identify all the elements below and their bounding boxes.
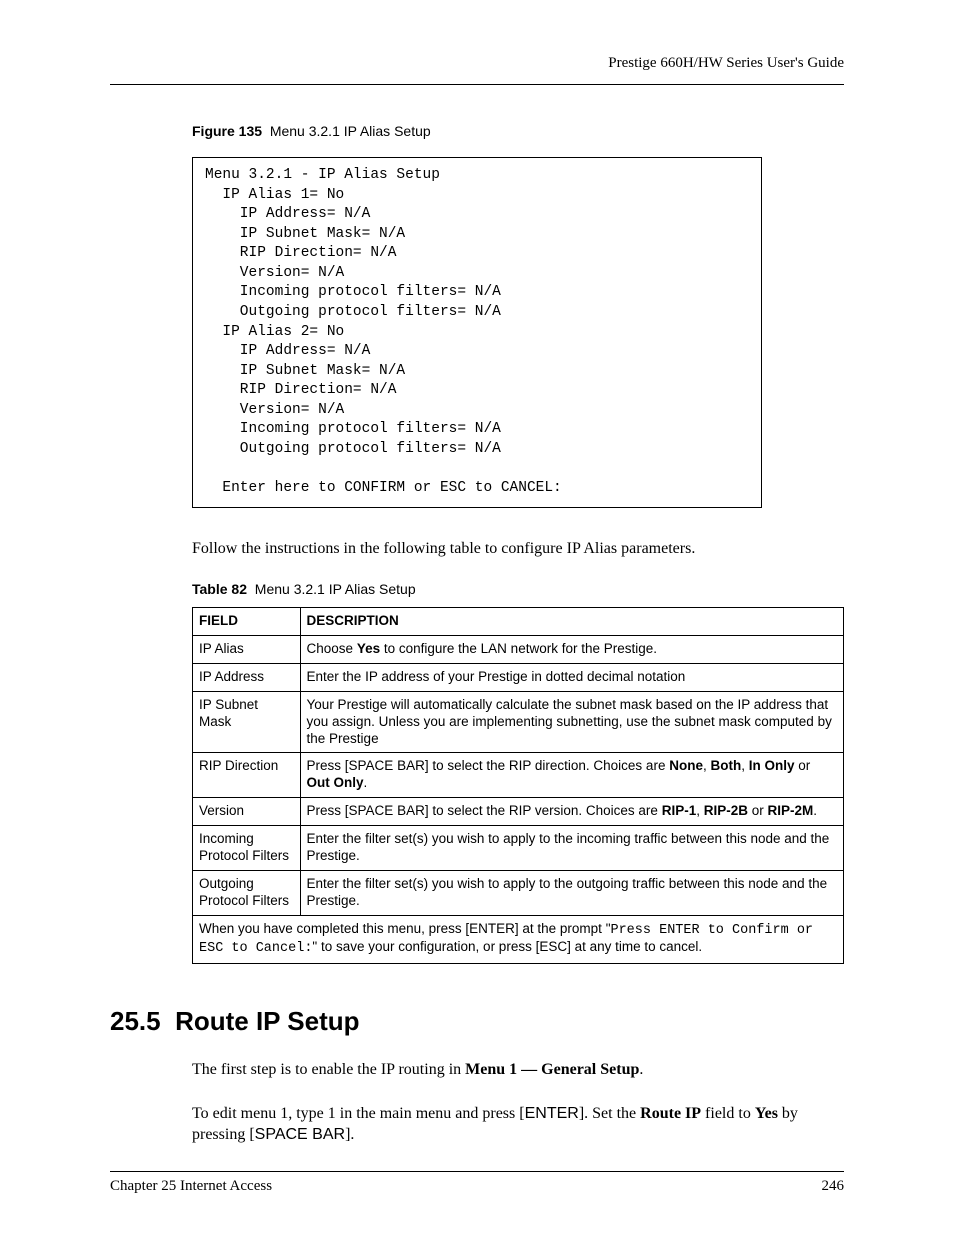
desc-cell: Your Prestige will automatically calcula… xyxy=(300,691,843,753)
header-title: Prestige 660H/HW Series User's Guide xyxy=(110,55,844,72)
table-row: Incoming Protocol Filters Enter the filt… xyxy=(193,826,844,871)
section-para-2: To edit menu 1, type 1 in the main menu … xyxy=(192,1103,844,1146)
table-row: IP Subnet Mask Your Prestige will automa… xyxy=(193,691,844,753)
section-number: 25.5 xyxy=(110,1006,161,1036)
intro-paragraph: Follow the instructions in the following… xyxy=(192,538,844,560)
field-cell: RIP Direction xyxy=(193,753,301,798)
document-page: Prestige 660H/HW Series User's Guide Fig… xyxy=(0,0,954,1235)
header-rule xyxy=(110,84,844,85)
footnote-cell: When you have completed this menu, press… xyxy=(193,915,844,964)
section-heading: 25.5 Route IP Setup xyxy=(110,1006,844,1037)
field-cell: Version xyxy=(193,798,301,826)
page-footer: Chapter 25 Internet Access 246 xyxy=(110,1171,844,1195)
figure-caption: Figure 135 Menu 3.2.1 IP Alias Setup xyxy=(192,123,844,139)
field-cell: IP Address xyxy=(193,663,301,691)
page-header: Prestige 660H/HW Series User's Guide xyxy=(110,55,844,85)
figure-label: Figure 135 xyxy=(192,123,262,139)
desc-cell: Press [SPACE BAR] to select the RIP vers… xyxy=(300,798,843,826)
footer-rule xyxy=(110,1171,844,1172)
figure-title: Menu 3.2.1 IP Alias Setup xyxy=(270,123,431,139)
field-description-table: FIELD DESCRIPTION IP Alias Choose Yes to… xyxy=(192,607,844,964)
table-row: IP Address Enter the IP address of your … xyxy=(193,663,844,691)
table-header-row: FIELD DESCRIPTION xyxy=(193,608,844,636)
table-row: Outgoing Protocol Filters Enter the filt… xyxy=(193,870,844,915)
table-footnote-row: When you have completed this menu, press… xyxy=(193,915,844,964)
footer-right: 246 xyxy=(822,1178,845,1195)
col-field: FIELD xyxy=(193,608,301,636)
table-row: RIP Direction Press [SPACE BAR] to selec… xyxy=(193,753,844,798)
field-cell: IP Alias xyxy=(193,636,301,664)
field-cell: IP Subnet Mask xyxy=(193,691,301,753)
field-cell: Incoming Protocol Filters xyxy=(193,826,301,871)
table-label: Table 82 xyxy=(192,581,247,597)
terminal-output: Menu 3.2.1 - IP Alias Setup IP Alias 1= … xyxy=(192,157,762,508)
table-row: IP Alias Choose Yes to configure the LAN… xyxy=(193,636,844,664)
field-cell: Outgoing Protocol Filters xyxy=(193,870,301,915)
desc-cell: Enter the IP address of your Prestige in… xyxy=(300,663,843,691)
table-row: Version Press [SPACE BAR] to select the … xyxy=(193,798,844,826)
col-description: DESCRIPTION xyxy=(300,608,843,636)
table-title: Menu 3.2.1 IP Alias Setup xyxy=(255,581,416,597)
footer-left: Chapter 25 Internet Access xyxy=(110,1178,272,1195)
desc-cell: Press [SPACE BAR] to select the RIP dire… xyxy=(300,753,843,798)
section-para-1: The first step is to enable the IP routi… xyxy=(192,1059,844,1081)
desc-cell: Enter the filter set(s) you wish to appl… xyxy=(300,870,843,915)
table-caption: Table 82 Menu 3.2.1 IP Alias Setup xyxy=(192,581,844,597)
desc-cell: Enter the filter set(s) you wish to appl… xyxy=(300,826,843,871)
desc-cell: Choose Yes to configure the LAN network … xyxy=(300,636,843,664)
section-title: Route IP Setup xyxy=(175,1006,359,1036)
